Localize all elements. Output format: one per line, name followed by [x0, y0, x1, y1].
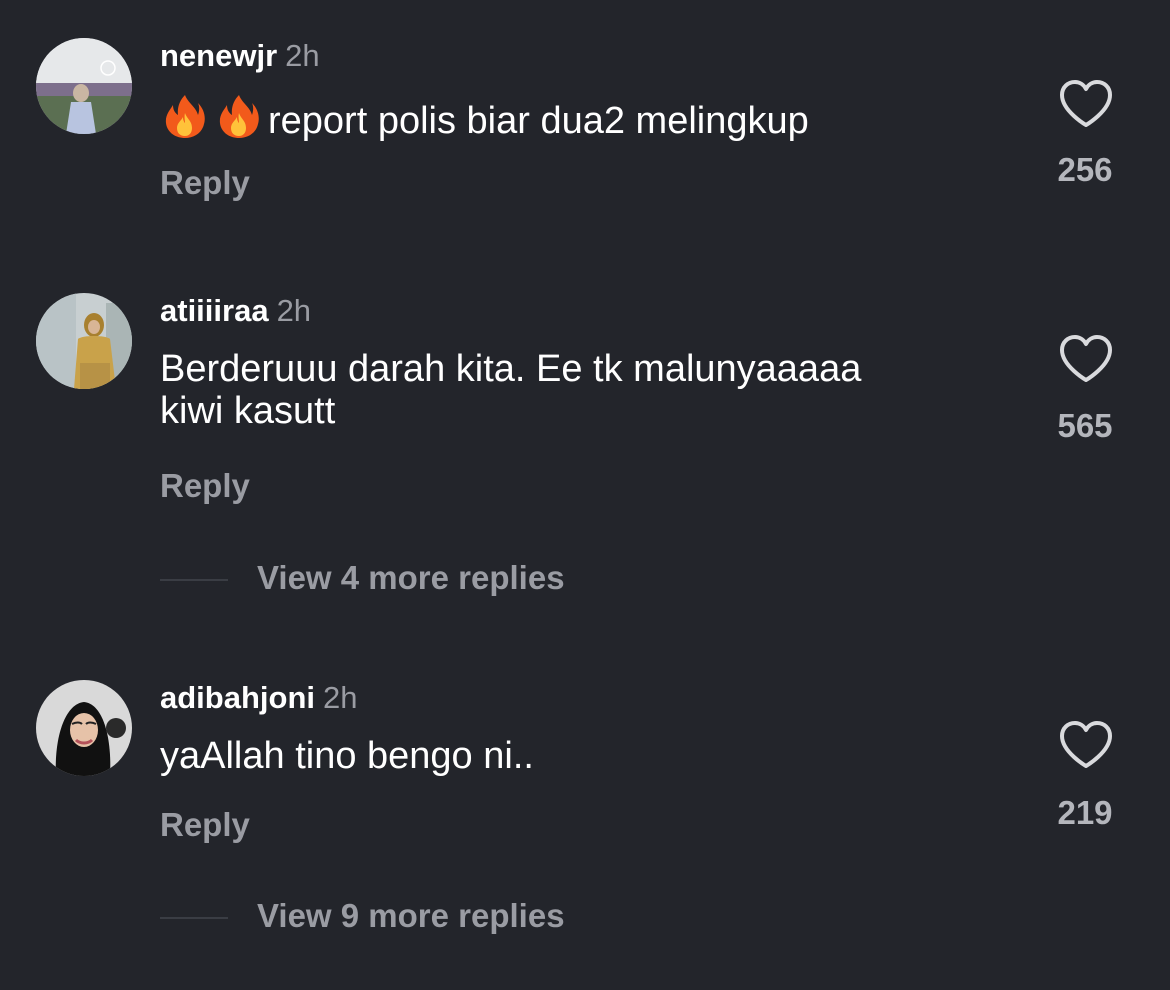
- comment-item: nenewjr 2h report polis biar dua2 melingk…: [0, 0, 1170, 240]
- view-replies-label: View 4 more replies: [257, 559, 565, 596]
- view-more-replies-button[interactable]: View 9 more replies: [160, 897, 620, 937]
- reply-button[interactable]: Reply: [160, 164, 250, 202]
- like-count: 565: [1057, 407, 1113, 444]
- like-button[interactable]: [1058, 334, 1114, 384]
- like-button[interactable]: [1058, 720, 1114, 770]
- comment-header: atiiiiraa 2h: [160, 293, 311, 329]
- comment-body: yaAllah tino bengo ni..: [160, 735, 534, 777]
- reply-button[interactable]: Reply: [160, 806, 250, 844]
- comment-body-line: Berderuuu darah kita. Ee tk malunyaaaaa: [160, 348, 862, 390]
- avatar[interactable]: [36, 680, 132, 776]
- comment-text: Berderuuu darah kita. Ee tk malunyaaaaa …: [160, 348, 1000, 432]
- view-replies-label: View 9 more replies: [257, 897, 565, 934]
- username[interactable]: adibahjoni: [160, 680, 315, 715]
- divider-line: [160, 579, 228, 581]
- timestamp: 2h: [323, 680, 358, 715]
- view-more-replies-button[interactable]: View 4 more replies: [160, 559, 620, 599]
- reply-button[interactable]: Reply: [160, 467, 250, 505]
- heart-outline-icon: [1060, 335, 1112, 382]
- comment-text: report polis biar dua2 melingkup: [160, 93, 1000, 148]
- heart-outline-icon: [1060, 721, 1112, 768]
- timestamp: 2h: [285, 38, 320, 73]
- heart-outline-icon: [1060, 80, 1112, 127]
- like-count: 256: [1057, 151, 1113, 188]
- divider-line: [160, 917, 228, 919]
- comment-header: nenewjr 2h: [160, 38, 320, 74]
- fire-icon: [160, 93, 210, 148]
- avatar[interactable]: [36, 38, 132, 134]
- timestamp: 2h: [276, 293, 312, 328]
- username[interactable]: nenewjr: [160, 38, 277, 73]
- avatar-image: [36, 38, 132, 134]
- avatar[interactable]: [36, 293, 132, 389]
- fire-icon: [214, 93, 264, 148]
- comment-body: report polis biar dua2 melingkup: [268, 100, 809, 142]
- like-button[interactable]: [1058, 79, 1114, 129]
- avatar-image: [36, 293, 132, 389]
- avatar-image: [36, 680, 132, 776]
- like-count: 219: [1057, 794, 1113, 831]
- comment-header: adibahjoni 2h: [160, 680, 357, 716]
- comment-body-line: kiwi kasutt: [160, 390, 336, 432]
- comment-text: yaAllah tino bengo ni..: [160, 735, 1000, 777]
- username[interactable]: atiiiiraa: [160, 293, 269, 328]
